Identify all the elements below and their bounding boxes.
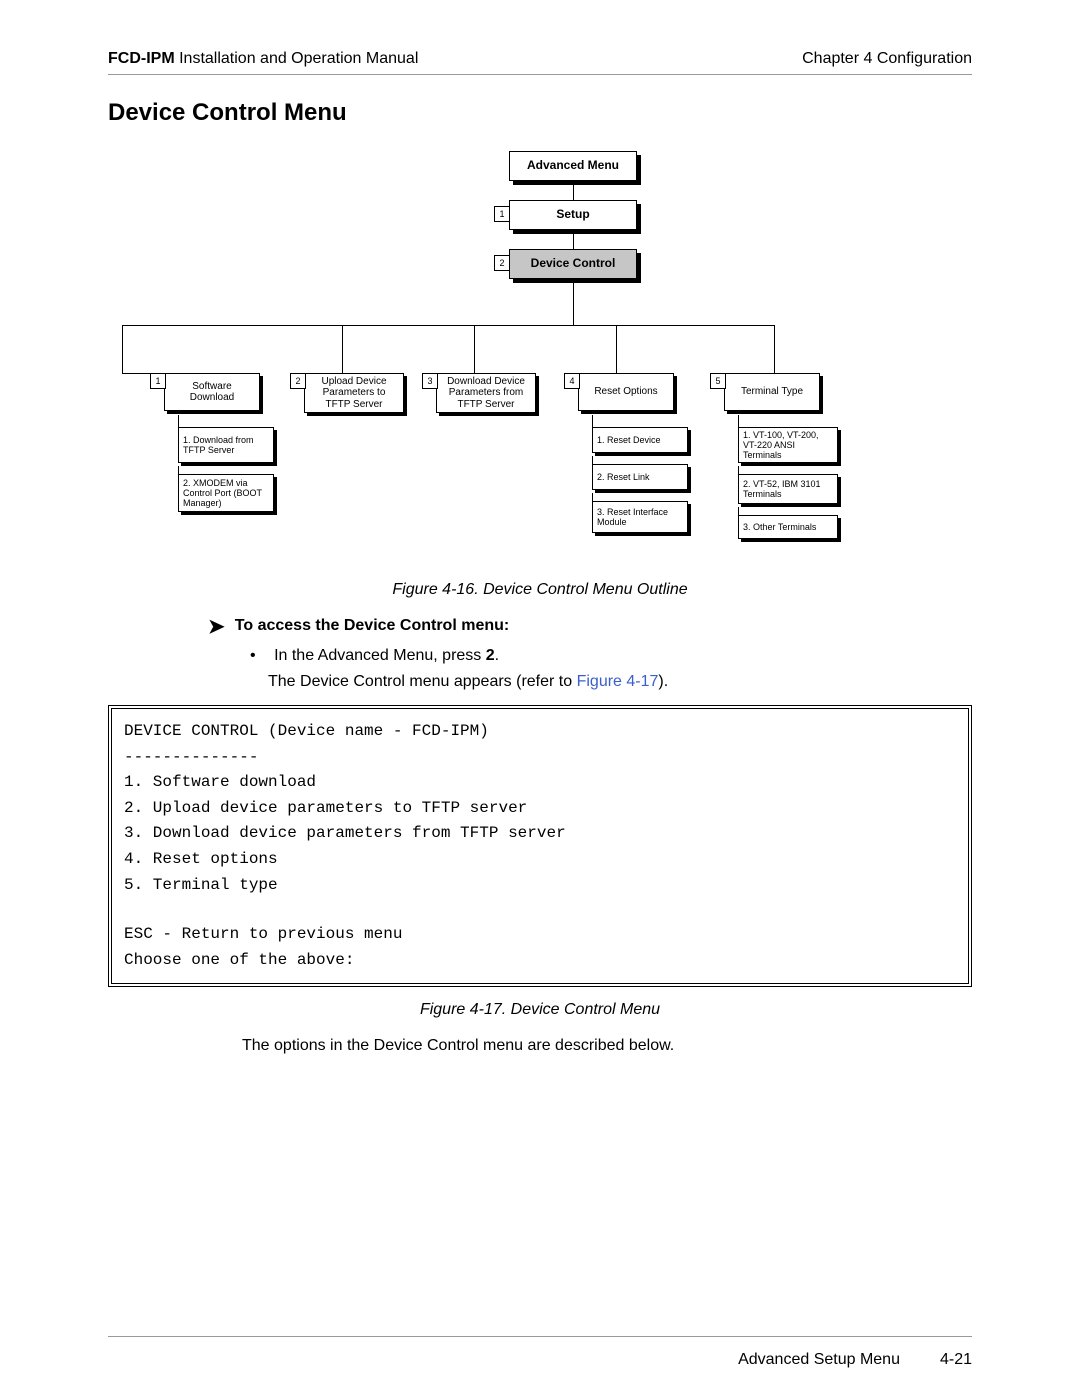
product-name: FCD-IPM [108,50,175,67]
term-line: 1. Software download [124,770,956,796]
num-tag: 1 [494,206,510,222]
num-tag: 4 [564,373,580,389]
menu-tree-diagram: Advanced Menu Setup 1 Device Control 2 S… [108,145,972,575]
bullet-icon: • [250,647,256,664]
term-line: -------------- [124,745,956,771]
box-advanced-menu: Advanced Menu [509,151,637,181]
opt-xmodem: 2. XMODEM via Control Port (BOOT Manager… [178,474,274,512]
opt-vt52: 2. VT-52, IBM 3101 Terminals [738,474,838,504]
opt-vt100: 1. VT-100, VT-200, VT-220 ANSI Terminals [738,427,838,463]
figure-17-caption: Figure 4-17. Device Control Menu [108,1001,972,1019]
term-line: 4. Reset options [124,847,956,873]
figure-17-link[interactable]: Figure 4-17 [577,673,659,690]
opt-reset-interface: 3. Reset Interface Module [592,501,688,533]
opt-reset-link: 2. Reset Link [592,464,688,490]
box-upload-params: Upload Device Parameters to TFTP Server … [304,373,404,413]
header-left: FCD-IPM Installation and Operation Manua… [108,50,418,68]
term-line: ESC - Return to previous menu [124,922,956,948]
footer-page-number: 4-21 [940,1351,972,1369]
term-line: 5. Terminal type [124,873,956,899]
num-tag: 2 [290,373,306,389]
num-tag: 1 [150,373,166,389]
box-terminal-type: Terminal Type 5 [724,373,820,411]
opt-download-tftp: 1. Download from TFTP Server [178,427,274,463]
terminal-screen: DEVICE CONTROL (Device name - FCD-IPM) -… [108,705,972,987]
opt-other-terminals: 3. Other Terminals [738,515,838,539]
box-setup: Setup 1 [509,200,637,230]
page-header: FCD-IPM Installation and Operation Manua… [108,50,972,75]
term-line: 2. Upload device parameters to TFTP serv… [124,796,956,822]
opt-reset-device: 1. Reset Device [592,427,688,453]
doc-title: Installation and Operation Manual [175,50,419,67]
arrow-icon: ➤ [208,617,225,637]
instructions: ➤ To access the Device Control menu: • I… [204,617,972,691]
procedure-result: The Device Control menu appears (refer t… [268,673,972,691]
term-line: Choose one of the above: [124,948,956,974]
page-footer: Advanced Setup Menu 4-21 [108,1351,972,1369]
footer-section: Advanced Setup Menu [738,1351,900,1369]
box-software-download: Software Download 1 [164,373,260,411]
num-tag: 5 [710,373,726,389]
procedure-heading: ➤ To access the Device Control menu: [204,617,972,637]
term-line: DEVICE CONTROL (Device name - FCD-IPM) [124,719,956,745]
box-device-control: Device Control 2 [509,249,637,279]
header-chapter: Chapter 4 Configuration [802,50,972,68]
procedure-step: • In the Advanced Menu, press 2. [250,647,972,665]
footer-rule [108,1336,972,1337]
num-tag: 3 [422,373,438,389]
box-download-params: Download Device Parameters from TFTP Ser… [436,373,536,413]
figure-16-caption: Figure 4-16. Device Control Menu Outline [108,581,972,599]
box-reset-options: Reset Options 4 [578,373,674,411]
outro-text: The options in the Device Control menu a… [242,1037,972,1055]
num-tag: 2 [494,255,510,271]
term-line: 3. Download device parameters from TFTP … [124,821,956,847]
section-title: Device Control Menu [108,99,972,127]
